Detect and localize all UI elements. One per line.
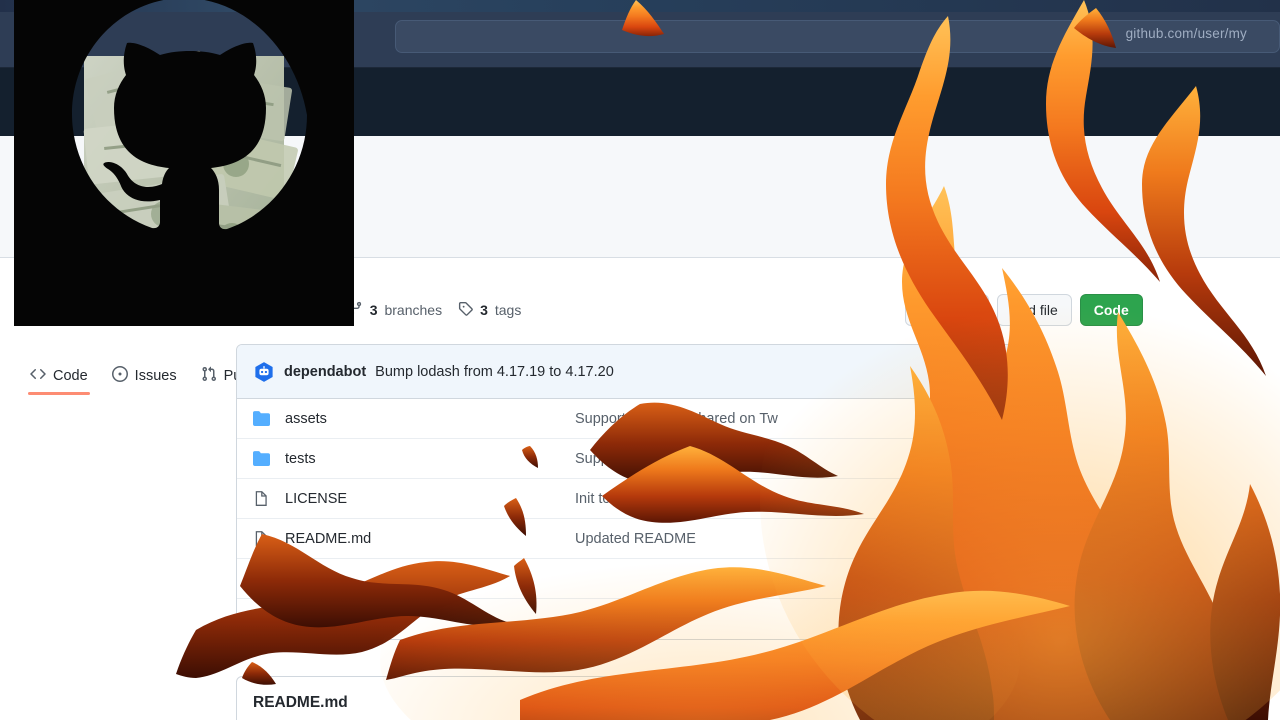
tags-count-label: tags bbox=[494, 302, 522, 318]
tags-count-value: 3 bbox=[480, 302, 488, 318]
file-icon bbox=[253, 611, 273, 628]
readme-card: README.md bbox=[236, 676, 1044, 720]
folder-icon bbox=[253, 410, 273, 427]
go-to-file-button[interactable]: Go to file bbox=[905, 294, 990, 326]
repo-content: main 3 branches 3 tags Go to file Add fi… bbox=[0, 258, 1280, 720]
github-mark-icon[interactable] bbox=[16, 84, 51, 119]
git-branch-icon bbox=[348, 301, 363, 319]
file-name[interactable]: LICENSE bbox=[285, 491, 575, 507]
branches-count-label: branches bbox=[384, 302, 443, 318]
github-global-header: / Pull requests Issues Codespaces Market… bbox=[0, 68, 1280, 186]
dependabot-icon bbox=[253, 361, 275, 383]
current-branch-label: main bbox=[271, 302, 304, 318]
maximize-window-dot[interactable] bbox=[61, 28, 74, 41]
table-row[interactable]: LICENSE Init to win it bbox=[237, 479, 1043, 519]
readme-title: README.md bbox=[253, 694, 348, 711]
latest-commit-bar: dependabot Bump lodash from 4.17.19 to 4… bbox=[237, 345, 1043, 399]
file-commit-message[interactable]: Support Octocats shared on Tw bbox=[575, 411, 1027, 427]
minimize-window-dot[interactable] bbox=[39, 28, 52, 41]
window-controls[interactable] bbox=[17, 28, 74, 41]
table-row[interactable]: README.md Updated README bbox=[237, 519, 1043, 559]
commit-meta: 50e7 bbox=[986, 364, 1027, 379]
file-actions-toolbar: Go to file Add file Code bbox=[905, 294, 1143, 326]
file-commit-message[interactable]: Init to win it bbox=[575, 491, 1027, 507]
commit-sha[interactable]: 50e7 bbox=[986, 364, 1017, 379]
file-icon bbox=[253, 530, 273, 547]
address-bar-url: github.com/user/my bbox=[1125, 26, 1247, 41]
screenshot-stage: github.com/user/my / Pull requests Issue… bbox=[0, 0, 1280, 720]
table-row[interactable]: index.js bbox=[237, 559, 1043, 599]
file-name[interactable]: tests bbox=[285, 451, 575, 467]
tags-count[interactable]: 3 tags bbox=[458, 301, 521, 319]
file-commit-message[interactable]: Support Octocats shared on Tw bbox=[575, 451, 1027, 467]
file-commit-message[interactable]: Updated README bbox=[575, 531, 1027, 547]
readme-header: README.md bbox=[237, 677, 1043, 720]
table-row[interactable]: assets Support Octocats shared on Tw bbox=[237, 399, 1043, 439]
file-listing-card: dependabot Bump lodash from 4.17.19 to 4… bbox=[236, 344, 1044, 640]
file-name[interactable]: assets bbox=[285, 411, 575, 427]
branches-count[interactable]: 3 branches bbox=[348, 301, 442, 319]
commit-message[interactable]: Bump lodash from 4.17.19 to 4.17.20 bbox=[375, 364, 614, 380]
git-branch-icon bbox=[249, 301, 264, 319]
file-icon bbox=[253, 570, 273, 587]
browser-chrome: github.com/user/my bbox=[0, 0, 1280, 68]
file-name[interactable]: index.js bbox=[285, 571, 575, 587]
close-window-dot[interactable] bbox=[17, 28, 30, 41]
file-name[interactable]: README.md bbox=[285, 531, 575, 547]
add-file-button[interactable]: Add file bbox=[997, 294, 1072, 326]
tag-icon bbox=[458, 301, 473, 319]
folder-icon bbox=[253, 450, 273, 467]
chevron-down-icon bbox=[310, 307, 319, 313]
branch-toolbar: main 3 branches 3 tags bbox=[236, 294, 521, 326]
file-name[interactable]: package.json bbox=[285, 611, 575, 627]
table-row[interactable]: tests Support Octocats shared on Tw bbox=[237, 439, 1043, 479]
code-download-button[interactable]: Code bbox=[1079, 294, 1143, 326]
repo-header: user/my-repo Code Issues Pull requests bbox=[0, 136, 1280, 395]
browser-tabstrip[interactable] bbox=[0, 0, 1280, 12]
file-icon bbox=[253, 490, 273, 507]
commit-author[interactable]: dependabot bbox=[284, 364, 366, 380]
branch-selector-button[interactable]: main bbox=[236, 294, 332, 326]
browser-tab[interactable] bbox=[14, 0, 106, 12]
table-row[interactable]: package.json bbox=[237, 599, 1043, 639]
branches-count-value: 3 bbox=[369, 302, 378, 318]
